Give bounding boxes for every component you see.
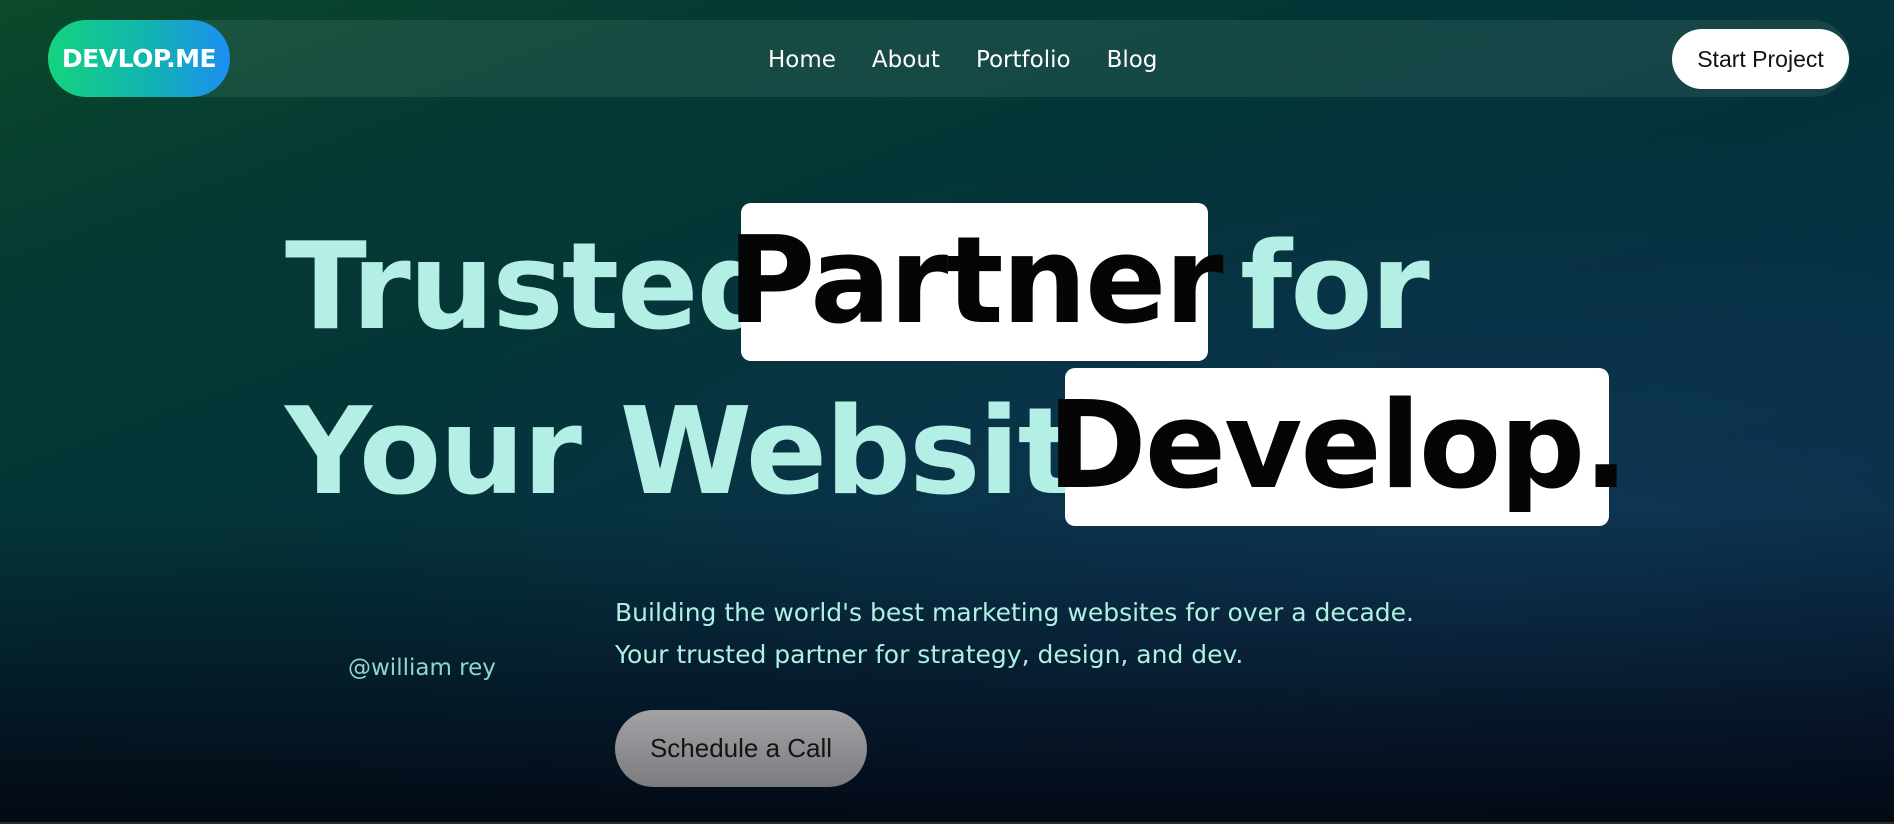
hero-description: Building the world's best marketing webs… <box>615 598 1414 669</box>
headline-highlight-develop: Develop. <box>1047 368 1629 526</box>
nav-link-portfolio[interactable]: Portfolio <box>976 44 1071 76</box>
headline-word-develop: Develop. <box>1047 377 1629 516</box>
schedule-call-button[interactable]: Schedule a Call <box>615 710 867 787</box>
author-handle: @william rey <box>348 655 496 681</box>
nav-link-blog[interactable]: Blog <box>1107 44 1158 76</box>
headline-word-trusted: Trusted <box>285 218 782 357</box>
start-project-button[interactable]: Start Project <box>1672 29 1849 89</box>
logo[interactable]: DEVLOP.ME <box>48 20 230 97</box>
headline-word-for: for <box>1240 218 1430 357</box>
nav-link-home[interactable]: Home <box>768 44 836 76</box>
headline-words-your-website: Your Website <box>285 383 1154 522</box>
nav-links: Home About Portfolio Blog <box>768 44 1157 76</box>
nav-link-about[interactable]: About <box>872 44 940 76</box>
headline-highlight-partner: Partner <box>727 203 1224 361</box>
headline-word-partner: Partner <box>727 212 1223 351</box>
